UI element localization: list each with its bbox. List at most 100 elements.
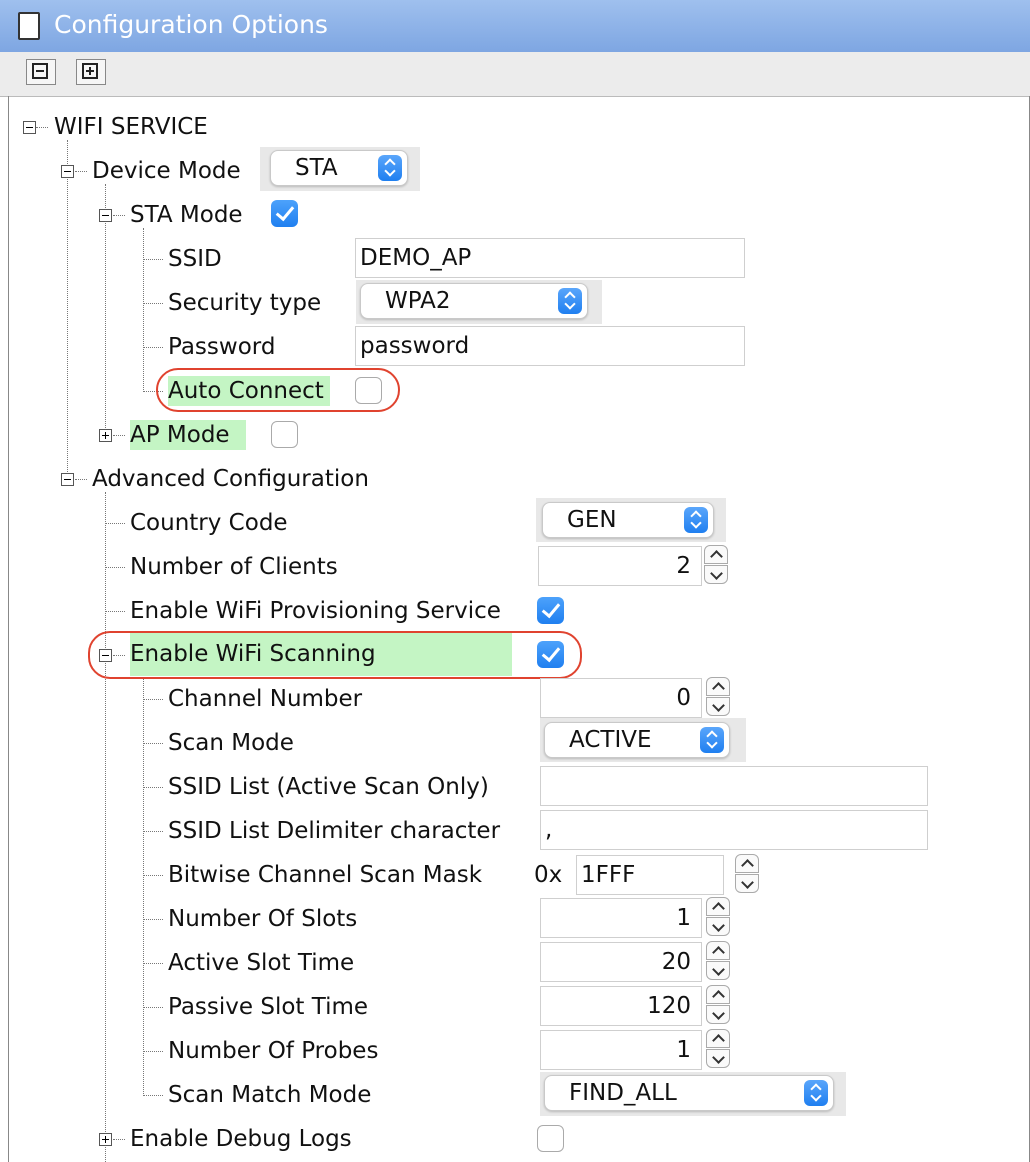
number-of-probes-label: Number Of Probes bbox=[168, 1038, 379, 1064]
stepper-down-icon[interactable] bbox=[735, 874, 759, 893]
stepper-up-icon[interactable] bbox=[735, 854, 759, 873]
annotation-highlight bbox=[88, 631, 582, 679]
device-mode-select[interactable]: STA bbox=[270, 150, 408, 186]
scan-match-mode-select[interactable]: FIND_ALL bbox=[544, 1075, 834, 1111]
sta-mode-label: STA Mode bbox=[130, 202, 243, 228]
stepper-down-icon[interactable] bbox=[706, 697, 730, 716]
stepper-down-icon[interactable] bbox=[706, 961, 730, 980]
ssid-delimiter-label: SSID List Delimiter character bbox=[168, 818, 501, 844]
security-type-select[interactable]: WPA2 bbox=[360, 283, 588, 319]
number-of-probes-input[interactable]: 1 bbox=[540, 1030, 702, 1070]
minus-box-icon bbox=[32, 63, 48, 79]
tree-toggle-collapse[interactable] bbox=[61, 165, 74, 178]
number-of-slots-stepper[interactable] bbox=[706, 897, 732, 939]
number-of-clients-label: Number of Clients bbox=[130, 554, 338, 580]
tree-connector bbox=[105, 523, 125, 524]
updown-arrow-icon bbox=[804, 1080, 828, 1106]
channel-number-input[interactable]: 0 bbox=[540, 678, 702, 718]
tree-toggle-collapse[interactable] bbox=[99, 209, 112, 222]
stepper-down-icon[interactable] bbox=[704, 565, 728, 584]
tree-connector bbox=[113, 1139, 125, 1140]
tree-toggle-collapse[interactable] bbox=[61, 473, 74, 486]
tree-connector bbox=[67, 140, 68, 480]
password-label: Password bbox=[168, 334, 276, 360]
device-mode-label: Device Mode bbox=[92, 158, 241, 184]
sta-mode-checkbox[interactable] bbox=[271, 200, 298, 227]
tree-connector bbox=[105, 567, 125, 568]
stepper-down-icon[interactable] bbox=[706, 917, 730, 936]
security-type-label: Security type bbox=[168, 290, 322, 316]
tree-connector bbox=[36, 127, 48, 128]
window-titlebar: Configuration Options bbox=[0, 0, 1030, 52]
tree-connector bbox=[75, 171, 87, 172]
updown-arrow-icon bbox=[700, 727, 724, 753]
advanced-configuration-label: Advanced Configuration bbox=[92, 466, 369, 492]
tree-connector bbox=[143, 963, 163, 964]
stepper-up-icon[interactable] bbox=[706, 985, 730, 1004]
number-of-clients-stepper[interactable] bbox=[704, 545, 730, 587]
ap-mode-label: AP Mode bbox=[130, 420, 246, 450]
passive-slot-time-input[interactable]: 120 bbox=[540, 986, 702, 1026]
channel-number-label: Channel Number bbox=[168, 686, 363, 712]
tree-toggle-collapse[interactable] bbox=[23, 121, 36, 134]
ssid-list-input[interactable] bbox=[540, 766, 928, 806]
password-input[interactable]: password bbox=[355, 326, 745, 366]
tree-connector bbox=[143, 743, 163, 744]
tree-connector bbox=[143, 875, 163, 876]
window-title: Configuration Options bbox=[54, 10, 328, 39]
debug-logs-label: Enable Debug Logs bbox=[130, 1126, 352, 1152]
tree-connector bbox=[113, 215, 125, 216]
provisioning-checkbox[interactable] bbox=[537, 597, 564, 624]
config-tree: WIFI SERVICE Device Mode STA STA Mode SS… bbox=[0, 100, 1030, 1162]
tree-connector bbox=[143, 919, 163, 920]
stepper-up-icon[interactable] bbox=[706, 1029, 730, 1048]
tree-connector bbox=[143, 259, 163, 260]
tree-toggle-expand[interactable] bbox=[99, 1133, 112, 1146]
scan-mode-label: Scan Mode bbox=[168, 730, 294, 756]
passive-slot-time-label: Passive Slot Time bbox=[168, 994, 369, 1020]
stepper-down-icon[interactable] bbox=[706, 1005, 730, 1024]
toolbar bbox=[0, 52, 1030, 97]
ssid-delimiter-input[interactable]: , bbox=[540, 810, 928, 850]
tree-connector bbox=[143, 668, 144, 1096]
tree-connector bbox=[143, 1095, 163, 1096]
scan-match-mode-label: Scan Match Mode bbox=[168, 1082, 372, 1108]
stepper-up-icon[interactable] bbox=[706, 941, 730, 960]
expand-all-button[interactable] bbox=[76, 59, 106, 85]
scan-mode-value: ACTIVE bbox=[569, 727, 652, 753]
scan-match-mode-value: FIND_ALL bbox=[569, 1080, 677, 1106]
annotation-highlight bbox=[156, 368, 400, 412]
channel-scan-mask-stepper[interactable] bbox=[735, 854, 761, 896]
passive-slot-time-stepper[interactable] bbox=[706, 985, 732, 1027]
channel-scan-mask-prefix: 0x bbox=[534, 862, 563, 888]
device-mode-value: STA bbox=[295, 155, 338, 181]
stepper-up-icon[interactable] bbox=[706, 897, 730, 916]
updown-arrow-icon bbox=[558, 288, 582, 314]
scan-mode-select[interactable]: ACTIVE bbox=[544, 722, 730, 758]
stepper-down-icon[interactable] bbox=[706, 1049, 730, 1068]
stepper-up-icon[interactable] bbox=[704, 545, 728, 564]
number-of-clients-input[interactable]: 2 bbox=[538, 546, 702, 586]
debug-logs-checkbox[interactable] bbox=[537, 1125, 564, 1152]
country-code-select[interactable]: GEN bbox=[542, 502, 714, 538]
number-of-probes-stepper[interactable] bbox=[706, 1029, 732, 1071]
active-slot-time-input[interactable]: 20 bbox=[540, 942, 702, 982]
channel-number-stepper[interactable] bbox=[706, 677, 732, 719]
updown-arrow-icon bbox=[378, 155, 402, 181]
ap-mode-checkbox[interactable] bbox=[271, 421, 298, 448]
active-slot-time-stepper[interactable] bbox=[706, 941, 732, 983]
stepper-up-icon[interactable] bbox=[706, 677, 730, 696]
tree-connector bbox=[105, 492, 106, 1162]
ssid-input[interactable]: DEMO_AP bbox=[355, 238, 745, 278]
number-of-slots-label: Number Of Slots bbox=[168, 906, 358, 932]
tree-connector bbox=[143, 347, 163, 348]
ssid-list-label: SSID List (Active Scan Only) bbox=[168, 774, 489, 800]
tree-connector bbox=[143, 303, 163, 304]
channel-scan-mask-label: Bitwise Channel Scan Mask bbox=[168, 862, 483, 888]
collapse-all-button[interactable] bbox=[26, 59, 56, 85]
plus-box-icon bbox=[82, 63, 98, 79]
channel-scan-mask-input[interactable]: 1FFF bbox=[576, 855, 724, 895]
tree-connector bbox=[75, 479, 87, 480]
number-of-slots-input[interactable]: 1 bbox=[540, 898, 702, 938]
tree-toggle-expand[interactable] bbox=[99, 429, 112, 442]
